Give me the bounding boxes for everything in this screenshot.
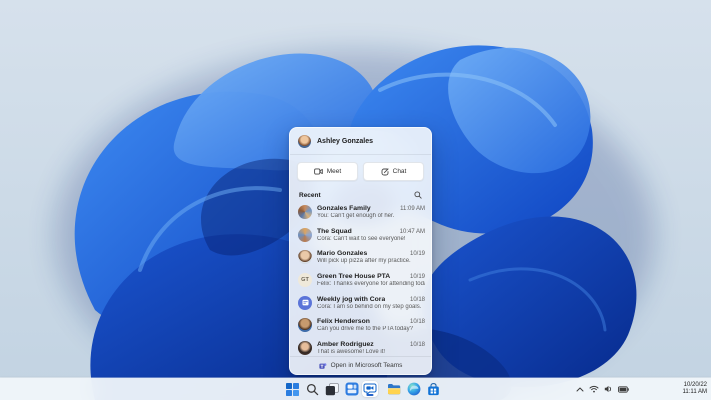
- person-avatar: [298, 250, 312, 265]
- conversation-time: 10/18: [409, 296, 425, 303]
- conversation-the-squad[interactable]: The Squad 10:47 AM Cora: Can't wait to s…: [290, 224, 431, 247]
- recent-label: Recent: [299, 191, 321, 199]
- conversation-name: The Squad: [317, 227, 352, 235]
- conversation-name: Mario Gonzales: [317, 250, 368, 258]
- microsoft-store-icon: [427, 382, 439, 395]
- tray-chevron-up-icon[interactable]: [576, 387, 584, 392]
- conversation-time: 10/19: [409, 251, 425, 258]
- recent-header: Recent: [290, 186, 431, 201]
- teams-logo-icon: [319, 362, 327, 369]
- video-camera-icon: [313, 168, 323, 175]
- conversation-preview: Felix: Thanks everyone for attending tod…: [317, 281, 425, 288]
- open-in-teams-link[interactable]: Open in Microsoft Teams: [290, 356, 431, 374]
- chat-button-taskbar[interactable]: [362, 381, 378, 397]
- search-icon[interactable]: [414, 191, 422, 199]
- conversation-green-tree-house-pta[interactable]: GT Green Tree House PTA 10/19 Felix: Tha…: [290, 269, 431, 292]
- user-avatar: [298, 135, 311, 148]
- taskbar-clock[interactable]: 10/20/22 11:11 AM: [669, 378, 707, 400]
- conversation-preview: That is awesome! Love it!: [317, 348, 386, 355]
- widgets-button[interactable]: [344, 381, 360, 397]
- group-avatar: [298, 205, 312, 220]
- search-icon: [306, 383, 318, 395]
- system-tray: [576, 378, 629, 400]
- conversation-mario-gonzales[interactable]: Mario Gonzales 10/19 Will pick up pizza …: [290, 246, 431, 269]
- conversation-name: Amber Rodriguez: [317, 340, 374, 348]
- task-view-button[interactable]: [324, 381, 340, 397]
- conversation-name: Green Tree House PTA: [317, 273, 391, 281]
- taskbar-date: 10/20/22: [683, 382, 707, 388]
- compose-icon: [381, 167, 389, 175]
- flyout-user-header[interactable]: Ashley Gonzales: [290, 128, 431, 155]
- windows-logo-icon: [285, 382, 299, 396]
- meet-button[interactable]: Meet: [297, 162, 358, 181]
- conversation-weekly-jog[interactable]: Weekly jog with Cora 10/18 Cora: I am so…: [290, 291, 431, 314]
- conversation-name: Felix Henderson: [317, 318, 370, 326]
- conversation-preview: Cora: Can't wait to see everyone!: [317, 235, 406, 242]
- microsoft-store-button[interactable]: [425, 381, 441, 397]
- chat-button-label: Chat: [392, 168, 407, 175]
- conversation-preview: Can you drive me to the PTA today?: [317, 326, 413, 333]
- file-explorer-icon: [388, 384, 401, 395]
- person-avatar: [298, 340, 312, 355]
- conversation-preview: Cora: I am so behind on my step goals.: [317, 303, 422, 310]
- file-explorer-button[interactable]: [386, 381, 402, 397]
- initials-avatar: GT: [298, 273, 312, 288]
- volume-icon[interactable]: [604, 385, 613, 393]
- battery-icon[interactable]: [618, 385, 629, 393]
- conversation-amber-rodriguez[interactable]: Amber Rodriguez 10/18 That is awesome! L…: [290, 337, 431, 356]
- conversation-name: Gonzales Family: [317, 205, 371, 213]
- user-name: Ashley Gonzales: [317, 138, 374, 145]
- conversation-gonzales-family[interactable]: Gonzales Family 11:09 AM You: Can't get …: [290, 201, 431, 224]
- edge-icon: [407, 382, 421, 396]
- widgets-icon: [345, 382, 359, 396]
- windows-desktop: { "chat_flyout": { "header": { "user_nam…: [0, 0, 711, 400]
- teams-chat-flyout: Ashley Gonzales Meet Chat Recent Gonzale…: [289, 127, 432, 375]
- conversation-name: Weekly jog with Cora: [317, 295, 386, 303]
- open-in-teams-label: Open in Microsoft Teams: [330, 362, 403, 369]
- conversation-preview: Will pick up pizza after my practice.: [317, 258, 411, 265]
- start-button[interactable]: [284, 381, 300, 397]
- conversation-felix-henderson[interactable]: Felix Henderson 10/18 Can you drive me t…: [290, 314, 431, 337]
- avatar-initials: GT: [301, 277, 309, 284]
- wifi-icon[interactable]: [589, 385, 599, 393]
- taskbar: 10/20/22 11:11 AM: [0, 378, 711, 400]
- conversation-time: 10/18: [409, 341, 425, 348]
- conversation-time: 10/18: [409, 319, 425, 326]
- edge-button[interactable]: [406, 381, 422, 397]
- action-buttons: Meet Chat: [290, 155, 431, 186]
- person-avatar: [298, 318, 312, 333]
- task-view-icon: [325, 383, 339, 396]
- calendar-avatar: [298, 295, 312, 310]
- search-button[interactable]: [304, 381, 320, 397]
- conversation-time: 11:09 AM: [400, 206, 425, 213]
- conversation-time: 10:47 AM: [399, 228, 425, 235]
- conversation-list: Gonzales Family 11:09 AM You: Can't get …: [290, 201, 431, 356]
- group-avatar: [298, 227, 312, 242]
- taskbar-time: 11:11 AM: [682, 389, 707, 395]
- chat-button[interactable]: Chat: [363, 162, 424, 181]
- active-app-indicator: [366, 394, 374, 396]
- conversation-preview: You: Can't get enough of her.: [317, 213, 395, 220]
- meet-button-label: Meet: [326, 168, 342, 175]
- calendar-icon: [302, 299, 308, 306]
- conversation-time: 10/19: [409, 274, 425, 281]
